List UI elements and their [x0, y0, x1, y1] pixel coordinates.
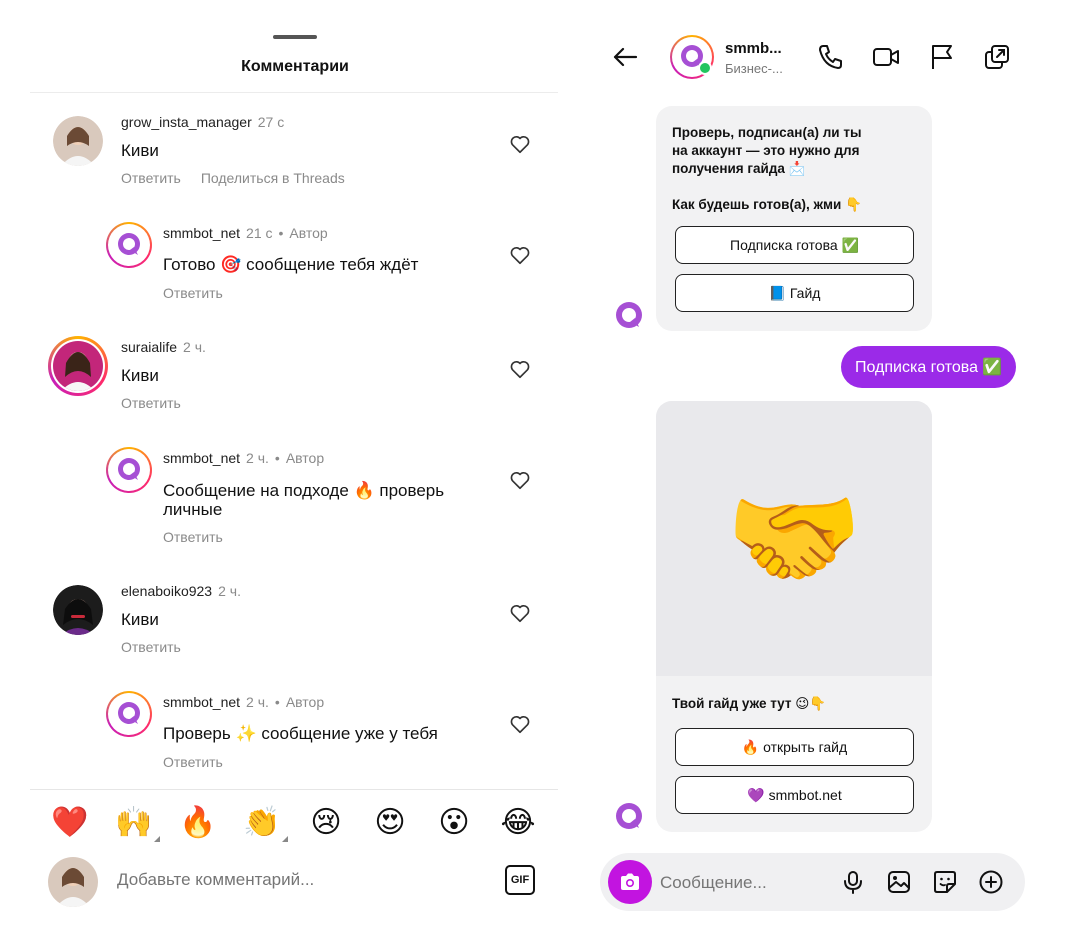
avatar[interactable]	[106, 222, 152, 268]
comment-header: smmbot_net 2 ч. • Автор	[163, 694, 325, 710]
comment-text: Киви	[121, 610, 159, 629]
heart-icon[interactable]	[509, 713, 531, 735]
emoji-laughing[interactable]: 😂	[498, 805, 538, 840]
comment-input[interactable]	[117, 870, 477, 890]
comment-header: suraialife 2 ч.	[121, 339, 206, 355]
comment-text: Проверь ✨ сообщение уже у тебя	[163, 724, 438, 743]
message-card: Проверь, подписан(а) ли ты на аккаунт — …	[656, 106, 932, 331]
comment-header: smmbot_net 21 с • Автор	[163, 225, 328, 241]
comment-text: Сообщение на подходе 🔥 проверь личные	[163, 481, 445, 519]
chat-panel: smmb... Бизнес-... Проверь, подписан(а) …	[590, 0, 1075, 951]
heart-icon[interactable]	[509, 602, 531, 624]
subscription-ready-button[interactable]: Подписка готова ✅	[675, 226, 914, 264]
username[interactable]: suraialife	[121, 339, 177, 355]
avatar[interactable]	[48, 336, 108, 396]
camera-icon	[621, 873, 639, 890]
emoji-surprised[interactable]: 😮	[434, 805, 474, 840]
comment-actions: Ответить	[163, 285, 223, 301]
external-link-icon[interactable]	[982, 42, 1012, 72]
avatar	[48, 857, 98, 907]
username[interactable]: smmbot_net	[163, 225, 240, 241]
sender-avatar	[616, 803, 642, 829]
handshake-image[interactable]: 🤝	[656, 401, 932, 676]
reply-button[interactable]: Ответить	[121, 170, 181, 186]
comments-panel: Комментарии grow_insta_manager 27 с Киви …	[0, 0, 570, 951]
gallery-icon[interactable]	[886, 869, 912, 895]
comment-actions: Ответить	[121, 639, 181, 655]
phone-icon[interactable]	[816, 42, 846, 72]
emoji-crying[interactable]: 😢	[306, 805, 346, 840]
open-guide-button[interactable]: 🔥 открыть гайд	[675, 728, 914, 766]
divider	[30, 789, 558, 790]
more-options-indicator	[282, 836, 288, 842]
comment-header: smmbot_net 2 ч. • Автор	[163, 450, 325, 466]
avatar[interactable]	[53, 585, 103, 635]
heart-icon[interactable]	[509, 358, 531, 380]
panel-title: Комментарии	[241, 58, 349, 75]
avatar[interactable]	[106, 691, 152, 737]
username[interactable]: elenaboiko923	[121, 583, 212, 599]
heart-icon[interactable]	[509, 244, 531, 266]
comment-time: 27 с	[257, 114, 285, 130]
website-button[interactable]: 💜 smmbot.net	[675, 776, 914, 814]
comment-header: elenaboiko923 2 ч.	[121, 583, 241, 599]
microphone-icon[interactable]	[840, 869, 866, 895]
comment-text: Киви	[121, 141, 159, 160]
sticker-icon[interactable]	[932, 869, 958, 895]
sender-avatar	[616, 302, 642, 328]
emoji-raised-hands[interactable]: 🙌	[114, 805, 160, 842]
divider	[30, 92, 558, 93]
comment-header: grow_insta_manager 27 с	[121, 114, 284, 130]
reply-button[interactable]: Ответить	[121, 395, 181, 411]
back-arrow-icon[interactable]	[610, 42, 640, 72]
message-input[interactable]	[660, 873, 830, 893]
heart-icon[interactable]	[509, 133, 531, 155]
comment-time: 2 ч.	[183, 339, 206, 355]
username[interactable]: grow_insta_manager	[121, 114, 252, 130]
sent-message[interactable]: Подписка готова ✅	[841, 346, 1017, 388]
author-tag: Автор	[285, 450, 325, 466]
video-call-icon[interactable]	[871, 42, 901, 72]
emoji-fire[interactable]: 🔥	[178, 805, 218, 840]
emoji-heart[interactable]: ❤️	[50, 805, 90, 840]
username[interactable]: smmbot_net	[163, 694, 240, 710]
reply-button[interactable]: Ответить	[163, 285, 223, 301]
message-text: Твой гайд уже тут 😉👇	[672, 696, 827, 711]
gif-button[interactable]: GIF	[505, 865, 535, 895]
add-icon[interactable]	[978, 869, 1004, 895]
comment-text: Готово 🎯 сообщение тебя ждёт	[163, 255, 419, 274]
share-threads-button[interactable]: Поделиться в Threads	[201, 170, 345, 186]
reply-button[interactable]: Ответить	[121, 639, 181, 655]
comment-time: 2 ч.	[246, 694, 269, 710]
comment-actions: Ответить Поделиться в Threads	[121, 170, 345, 186]
comment-text: Киви	[121, 366, 159, 385]
avatar[interactable]	[106, 447, 152, 493]
camera-button[interactable]	[608, 860, 652, 904]
comment-actions: Ответить	[163, 754, 223, 770]
author-tag: Автор	[285, 694, 325, 710]
emoji-clap[interactable]: 👏	[242, 805, 288, 842]
comment-time: 2 ч.	[246, 450, 269, 466]
message-card: 🤝 Твой гайд уже тут 😉👇 🔥 открыть гайд 💜 …	[656, 401, 932, 832]
drag-handle[interactable]	[273, 35, 317, 39]
heart-icon[interactable]	[509, 469, 531, 491]
message-text: Проверь, подписан(а) ли ты на аккаунт — …	[672, 125, 862, 212]
flag-icon[interactable]	[927, 42, 957, 72]
message-composer	[600, 853, 1025, 911]
reply-button[interactable]: Ответить	[163, 754, 223, 770]
username[interactable]: smmbot_net	[163, 450, 240, 466]
author-tag: Автор	[289, 225, 328, 241]
more-options-indicator	[154, 836, 160, 842]
chat-subtitle: Бизнес-...	[725, 61, 783, 76]
chat-name[interactable]: smmb...	[725, 40, 782, 57]
online-status-dot	[698, 61, 712, 75]
comment-actions: Ответить	[163, 529, 223, 545]
comment-time: 21 с	[246, 225, 273, 241]
emoji-heart-eyes[interactable]: 😍	[370, 805, 410, 840]
reply-button[interactable]: Ответить	[163, 529, 223, 545]
comment-time: 2 ч.	[218, 583, 241, 599]
avatar[interactable]	[53, 116, 103, 166]
comment-actions: Ответить	[121, 395, 181, 411]
guide-button[interactable]: 📘 Гайд	[675, 274, 914, 312]
